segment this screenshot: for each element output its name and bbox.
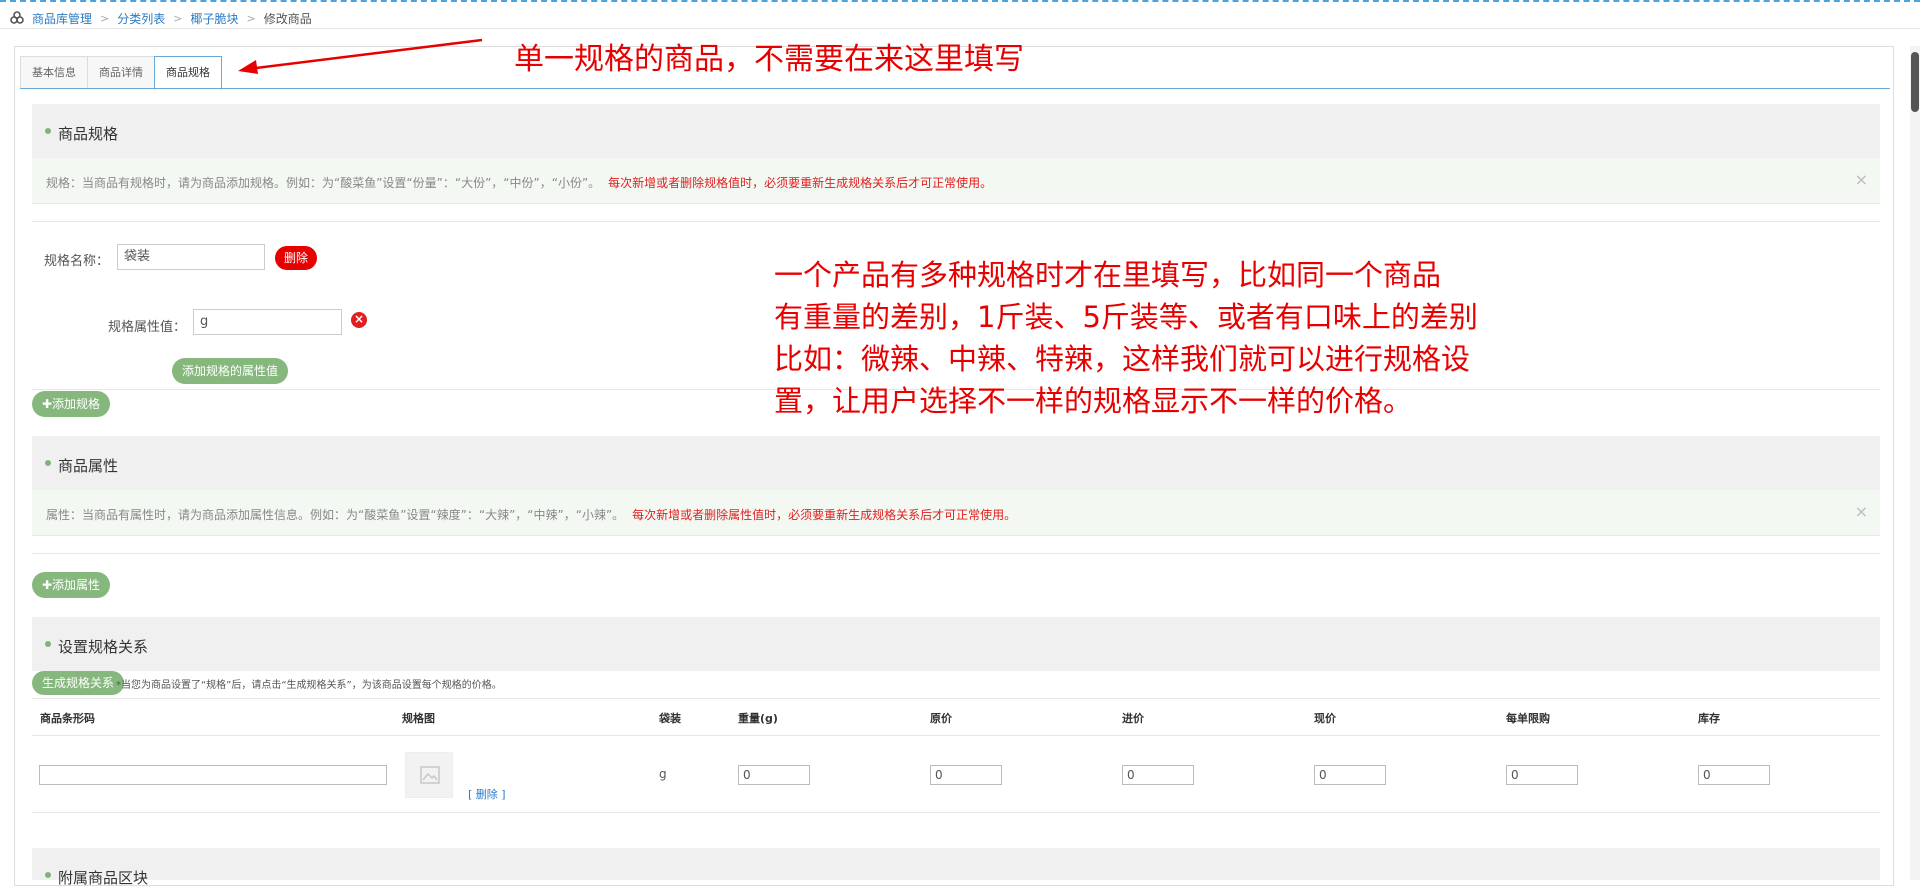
top-dashed-border — [0, 0, 1920, 2]
barcode-input[interactable] — [39, 765, 387, 785]
relation-section-title: 设置规格关系 — [58, 638, 149, 656]
breadcrumb-item-goods-library[interactable]: 商品库管理 — [32, 10, 92, 27]
breadcrumb: 商品库管理 > 分类列表 > 椰子脆块 > 修改商品 — [10, 8, 312, 28]
scrollbar-thumb[interactable] — [1911, 52, 1919, 112]
attr-notice: 属性：当商品有属性时，请为商品添加属性信息。例如：为“酸菜鱼”设置“辣度”：“大… — [32, 490, 1880, 536]
close-icon[interactable]: × — [1855, 170, 1868, 189]
delete-spec-button[interactable]: 删除 — [275, 246, 318, 270]
attr-section-header: 商品属性 — [32, 436, 1880, 490]
annotation-line: 一个产品有多种规格时才在里填写，比如同一个商品 — [774, 258, 1442, 292]
relation-section-header: 设置规格关系 — [32, 617, 1880, 671]
spec-attr-label: 规格属性值： — [108, 320, 187, 335]
breadcrumb-item-category-list[interactable]: 分类列表 — [117, 10, 165, 27]
limit-input[interactable]: 0 — [1506, 765, 1578, 785]
annotation-arrow-icon — [238, 38, 483, 74]
tab-basic-info[interactable]: 基本信息 — [20, 56, 88, 89]
weight-input[interactable]: 0 — [738, 765, 810, 785]
spec-section-title: 商品规格 — [58, 125, 119, 143]
current-price-input[interactable]: 0 — [1314, 765, 1386, 785]
spec-image-upload[interactable] — [405, 752, 453, 798]
spec-section-header: 商品规格 — [32, 104, 1880, 158]
spec-notice-main: 规格：当商品有规格时，请为商品添加规格。例如：为“酸菜鱼”设置“份量”：“大份”… — [46, 176, 601, 190]
breadcrumb-item-current: 修改商品 — [263, 11, 312, 26]
section-dot-icon — [45, 641, 51, 647]
section-dot-icon — [45, 872, 51, 878]
tab-goods-detail[interactable]: 商品详情 — [87, 56, 155, 89]
extra-section-header: 附属商品区块 — [32, 848, 1880, 887]
annotation-line: 置，让用户选择不一样的规格显示不一样的价格。 — [774, 384, 1413, 418]
spec-attr-input[interactable]: g — [193, 309, 342, 335]
spec-name-input[interactable]: 袋装 — [117, 244, 265, 270]
stock-input[interactable]: 0 — [1698, 765, 1770, 785]
row-spec-value: g — [659, 767, 667, 781]
col-weight: 重量(g) — [738, 712, 778, 725]
col-limit: 每单限购 — [1506, 712, 1550, 725]
attr-notice-warning: 每次新增或者删除属性值时，必须要重新生成规格关系后才可正常使用。 — [632, 508, 1017, 522]
vertical-scrollbar[interactable] — [1910, 46, 1920, 880]
annotation-single-spec: 单一规格的商品，不需要在来这里填写 — [514, 42, 1024, 77]
section-dot-icon — [45, 460, 51, 466]
divider — [32, 735, 1880, 736]
col-current-price: 现价 — [1314, 712, 1336, 725]
annotation-line: 有重量的差别，1斤装、5斤装等、或者有口味上的差别 — [774, 300, 1478, 334]
cost-price-input[interactable]: 0 — [1122, 765, 1194, 785]
tab-goods-spec[interactable]: 商品规格 — [154, 56, 222, 90]
add-attr-button[interactable]: ✚添加属性 — [32, 572, 111, 598]
relation-hint: *当您为商品设置了“规格”后，请点击“生成规格关系”，为该商品设置每个规格的价格… — [116, 680, 502, 691]
annotation-line: 比如：微辣、中辣、特辣，这样我们就可以进行规格设 — [774, 342, 1471, 376]
add-attr-value-button[interactable]: 添加规格的属性值 — [172, 358, 289, 384]
breadcrumb-divider — [0, 28, 1920, 29]
breadcrumb-item-category[interactable]: 椰子脆块 — [190, 10, 238, 27]
spec-notice: 规格：当商品有规格时，请为商品添加规格。例如：为“酸菜鱼”设置“份量”：“大份”… — [32, 158, 1880, 204]
close-icon[interactable]: × — [1855, 502, 1868, 521]
annotation-multi-spec: 一个产品有多种规格时才在里填写，比如同一个商品 有重量的差别，1斤装、5斤装等、… — [774, 254, 1478, 422]
add-spec-button[interactable]: ✚添加规格 — [32, 391, 111, 417]
delete-image-link[interactable]: [ 删除 ] — [468, 786, 506, 802]
col-cost-price: 进价 — [1122, 712, 1144, 725]
spec-name-label: 规格名称： — [44, 254, 110, 269]
divider — [32, 553, 1880, 554]
tab-bar: 基本信息 商品详情 商品规格 — [20, 56, 222, 90]
original-price-input[interactable]: 0 — [930, 765, 1002, 785]
chevron-right-icon: > — [100, 11, 110, 25]
remove-attr-icon[interactable]: × — [351, 312, 367, 328]
attr-notice-main: 属性：当商品有属性时，请为商品添加属性信息。例如：为“酸菜鱼”设置“辣度”：“大… — [46, 508, 625, 522]
col-original-price: 原价 — [930, 712, 952, 725]
col-stock: 库存 — [1698, 712, 1720, 725]
col-spec-image: 规格图 — [402, 712, 435, 725]
spec-notice-warning: 每次新增或者删除规格值时，必须要重新生成规格关系后才可正常使用。 — [608, 176, 993, 190]
tab-underline — [20, 88, 1890, 89]
col-barcode: 商品条形码 — [40, 712, 95, 725]
divider — [32, 812, 1880, 813]
attr-notice-text: 属性：当商品有属性时，请为商品添加属性信息。例如：为“酸菜鱼”设置“辣度”：“大… — [46, 506, 1016, 523]
cubes-icon — [10, 11, 24, 25]
section-dot-icon — [45, 128, 51, 134]
divider — [32, 221, 1880, 222]
attr-section-title: 商品属性 — [58, 457, 119, 475]
image-placeholder-icon — [420, 766, 440, 784]
chevron-right-icon: > — [246, 11, 256, 25]
chevron-right-icon: > — [173, 11, 183, 25]
divider — [32, 698, 1880, 699]
col-spec-name: 袋装 — [659, 712, 681, 725]
generate-relation-button[interactable]: 生成规格关系 — [32, 671, 125, 695]
spec-notice-text: 规格：当商品有规格时，请为商品添加规格。例如：为“酸菜鱼”设置“份量”：“大份”… — [46, 174, 992, 191]
extra-section-title: 附属商品区块 — [58, 869, 149, 887]
